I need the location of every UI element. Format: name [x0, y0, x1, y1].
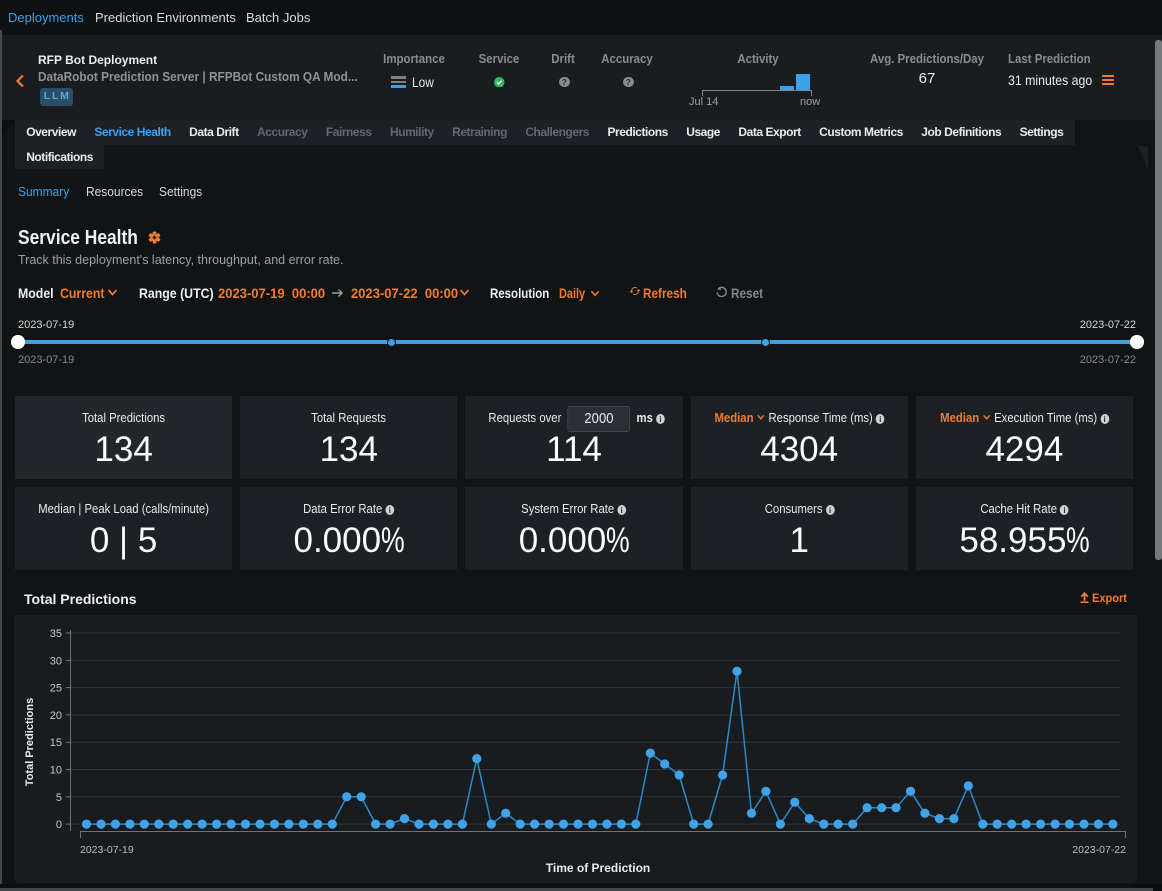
svg-text:25: 25	[50, 683, 62, 695]
svg-text:2023-07-22: 2023-07-22	[1072, 844, 1126, 856]
svg-text:Time of Prediction: Time of Prediction	[546, 861, 650, 875]
svg-text:15: 15	[50, 737, 62, 749]
svg-text:10: 10	[50, 765, 62, 777]
svg-text:30: 30	[50, 655, 62, 667]
svg-text:2023-07-19: 2023-07-19	[80, 844, 134, 856]
svg-text:Total Predictions: Total Predictions	[24, 698, 36, 786]
svg-text:0: 0	[56, 819, 62, 831]
svg-text:5: 5	[56, 792, 62, 804]
svg-text:35: 35	[50, 628, 62, 640]
svg-text:20: 20	[50, 710, 62, 722]
